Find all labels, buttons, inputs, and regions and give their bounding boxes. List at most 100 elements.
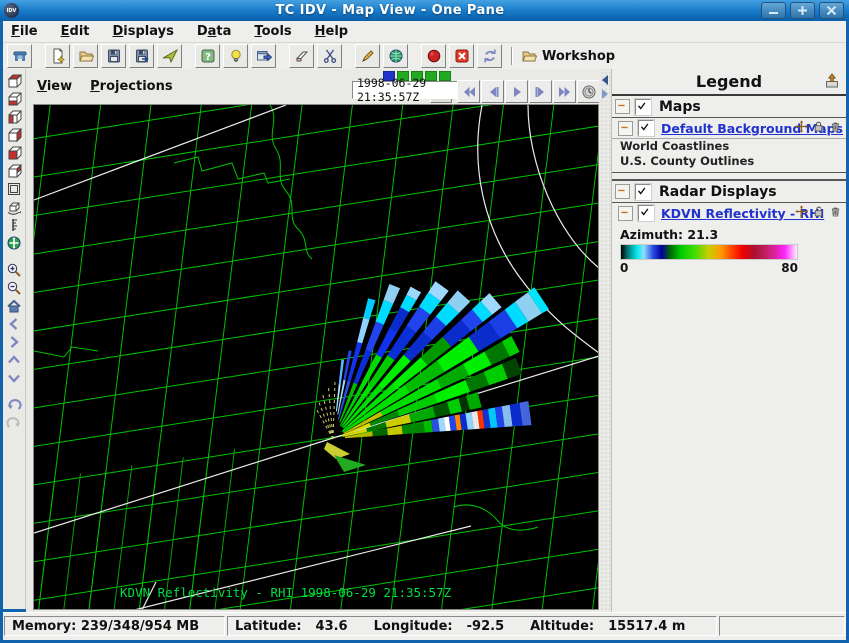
delete-display-icon[interactable] <box>829 120 842 133</box>
show-dashboard-button[interactable] <box>7 44 32 68</box>
colorbar-range-labels: 0 80 <box>620 261 798 275</box>
menu-file[interactable]: File <box>11 24 38 39</box>
cursor-position-status: Latitude: 43.6 Longitude: -92.5 Altitude… <box>227 616 717 636</box>
send-bundle-button[interactable] <box>157 44 182 68</box>
kdvn-collapse-toggle[interactable] <box>618 206 633 221</box>
erase-displays-button[interactable] <box>289 44 314 68</box>
reset-home-button[interactable] <box>5 297 24 314</box>
close-button[interactable] <box>819 2 844 19</box>
show-data-chooser-button[interactable] <box>251 44 276 68</box>
move-display-icon[interactable] <box>795 120 808 133</box>
map-3d-viewport[interactable]: KDVN Reflectivity - RHI 1998-06-29 21:35… <box>33 104 599 610</box>
pan-right-button[interactable] <box>5 333 24 350</box>
menu-edit[interactable]: Edit <box>61 24 90 39</box>
view-bottom-cube-button[interactable] <box>5 90 24 107</box>
zoom-out-button[interactable] <box>5 279 24 296</box>
stop-loads-button[interactable] <box>421 44 446 68</box>
save-bundle-button[interactable] <box>101 44 126 68</box>
zoom-out-icon <box>6 280 22 296</box>
play-button[interactable] <box>505 80 528 103</box>
undo-button[interactable] <box>5 396 24 413</box>
globe-display-button[interactable] <box>383 44 408 68</box>
animation-buttons <box>457 80 601 103</box>
delete-display-icon[interactable] <box>829 205 842 218</box>
go-to-start-icon <box>461 84 477 100</box>
radar-visibility-checkbox[interactable] <box>635 184 651 200</box>
save-bundle-as-button[interactable] <box>129 44 154 68</box>
new-bundle-icon <box>50 48 66 64</box>
time-properties-button[interactable] <box>577 80 600 103</box>
view-bottom-cube-icon <box>6 91 22 107</box>
expand-right-arrow-icon[interactable] <box>602 89 608 99</box>
view-top-cube-button[interactable] <box>5 72 24 89</box>
menu-tools[interactable]: Tools <box>254 24 291 39</box>
view-front-cube-button[interactable] <box>5 144 24 161</box>
tip-of-day-button[interactable] <box>223 44 248 68</box>
reflectivity-colorbar[interactable] <box>620 244 798 260</box>
save-bundle-as-icon <box>134 48 150 64</box>
menu-data[interactable]: Data <box>197 24 232 39</box>
cut-displays-button[interactable] <box>317 44 342 68</box>
view-back-cube-icon <box>6 163 22 179</box>
drawing-control-button[interactable] <box>355 44 380 68</box>
menu-help[interactable]: Help <box>315 24 348 39</box>
lock-icon[interactable] <box>812 120 825 133</box>
open-bundle-button[interactable] <box>73 44 98 68</box>
menu-view[interactable]: View <box>37 79 72 94</box>
float-legend-icon[interactable] <box>824 73 840 93</box>
new-bundle-button[interactable] <box>45 44 70 68</box>
favorite-label: Workshop <box>542 49 615 64</box>
viewpoint-toolbar <box>3 69 26 609</box>
maps-collapse-toggle[interactable] <box>615 99 630 114</box>
step-forward-button[interactable] <box>529 80 552 103</box>
rotate-view-cube-button[interactable] <box>5 198 24 215</box>
go-to-end-icon <box>557 84 573 100</box>
minimize-button[interactable] <box>761 2 786 19</box>
remove-all-button[interactable] <box>449 44 474 68</box>
maximize-button[interactable] <box>790 2 815 19</box>
globe-projection-icon <box>6 235 22 251</box>
zoom-in-icon <box>6 262 22 278</box>
pan-left-icon <box>6 316 22 332</box>
vertical-scale-ruler-button[interactable] <box>5 216 24 233</box>
pan-left-button[interactable] <box>5 315 24 332</box>
view-back-cube-button[interactable] <box>5 162 24 179</box>
colorbar-max: 80 <box>781 261 798 275</box>
menu-projections[interactable]: Projections <box>90 79 172 94</box>
rotate-view-cube-icon <box>6 199 22 215</box>
altitude-label: Altitude: <box>530 619 594 634</box>
view-right-cube-button[interactable] <box>5 126 24 143</box>
maps-visibility-checkbox[interactable] <box>635 99 651 115</box>
help-button[interactable]: ? <box>195 44 220 68</box>
longitude-label: Longitude: <box>374 619 453 634</box>
panel-splitter[interactable] <box>599 69 611 612</box>
redo-button[interactable] <box>5 414 24 431</box>
zoom-in-button[interactable] <box>5 261 24 278</box>
move-display-icon[interactable] <box>795 205 808 218</box>
idv-logo-icon: IDV <box>4 3 19 18</box>
unlock-icon[interactable] <box>812 205 825 218</box>
remove-all-icon <box>454 48 470 64</box>
send-bundle-icon <box>162 48 178 64</box>
default-maps-visibility-checkbox[interactable] <box>638 120 654 136</box>
radar-collapse-toggle[interactable] <box>615 184 630 199</box>
default-maps-collapse-toggle[interactable] <box>618 121 633 136</box>
go-to-end-button[interactable] <box>553 80 576 103</box>
title-bar[interactable]: IDV TC IDV - Map View - One Pane <box>0 0 849 21</box>
window-controls <box>761 2 844 19</box>
step-back-button[interactable] <box>481 80 504 103</box>
globe-projection-button[interactable] <box>5 234 24 251</box>
collapse-left-arrow-icon[interactable] <box>602 75 608 85</box>
go-to-start-button[interactable] <box>457 80 480 103</box>
view-left-cube-button[interactable] <box>5 108 24 125</box>
menu-displays[interactable]: Displays <box>113 24 174 39</box>
reload-data-button[interactable] <box>477 44 502 68</box>
perspective-box-button[interactable] <box>5 180 24 197</box>
view-right-cube-icon <box>6 127 22 143</box>
favorite-workshop-button[interactable]: Workshop <box>521 48 615 64</box>
radar-category-label: Radar Displays <box>659 184 777 200</box>
pan-up-button[interactable] <box>5 351 24 368</box>
pan-down-button[interactable] <box>5 369 24 386</box>
kdvn-visibility-checkbox[interactable] <box>638 205 654 221</box>
step-forward-icon <box>533 84 549 100</box>
